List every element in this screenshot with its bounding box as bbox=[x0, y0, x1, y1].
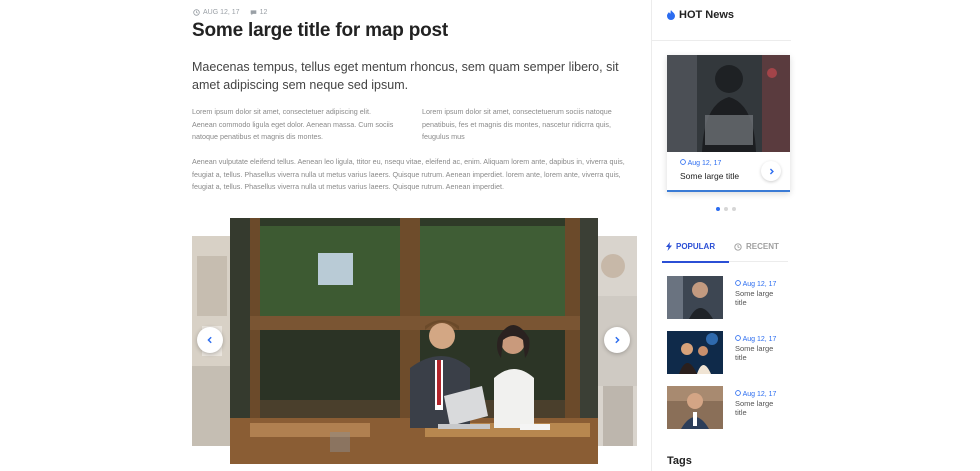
comment-icon bbox=[250, 10, 256, 16]
list-item[interactable]: Aug 12, 17 Some large title bbox=[667, 386, 787, 430]
tab-active-indicator bbox=[662, 261, 729, 263]
hot-news-date-text: Aug 12, 17 bbox=[687, 160, 722, 167]
pagination-dot[interactable] bbox=[724, 207, 728, 211]
hot-news-date: Aug 12, 17 bbox=[680, 159, 721, 167]
tab-popular-label: POPULAR bbox=[676, 242, 716, 251]
lightning-icon bbox=[666, 242, 672, 251]
hot-news-card[interactable]: Aug 12, 17 Some large title bbox=[667, 55, 790, 192]
article-meta: AUG 12, 17 12 bbox=[193, 9, 267, 16]
tab-popular[interactable]: POPULAR bbox=[666, 242, 715, 251]
hot-news-separator bbox=[651, 40, 791, 41]
date-meta: AUG 12, 17 bbox=[193, 9, 240, 16]
article-lead: Maecenas tempus, tellus eget mentum rhon… bbox=[192, 60, 619, 92]
tags-heading: Tags bbox=[667, 455, 692, 467]
post-date-text: Aug 12, 17 bbox=[742, 391, 777, 398]
pagination-dot[interactable] bbox=[716, 207, 720, 211]
post-date: Aug 12, 17 bbox=[735, 390, 776, 398]
clock-icon bbox=[734, 242, 742, 251]
carousel-main-image[interactable] bbox=[230, 218, 598, 464]
post-thumbnail[interactable] bbox=[667, 331, 723, 374]
chevron-right-icon bbox=[615, 336, 620, 344]
post-date: Aug 12, 17 bbox=[735, 335, 776, 343]
hot-news-image[interactable] bbox=[667, 55, 790, 152]
sidebar-divider bbox=[651, 0, 652, 471]
hot-news-pagination bbox=[716, 207, 736, 211]
hot-news-title: HOT News bbox=[679, 9, 735, 21]
post-date-text: Aug 12, 17 bbox=[742, 281, 777, 288]
post-thumbnail[interactable] bbox=[667, 386, 723, 429]
clock-icon bbox=[735, 390, 741, 396]
page-title: Some large title for map post bbox=[192, 20, 449, 41]
post-title[interactable]: Some large title bbox=[735, 289, 785, 307]
hot-news-open-button[interactable] bbox=[761, 161, 781, 181]
article-column-left: Lorem ipsum dolor sit amet, consectetuer… bbox=[192, 107, 394, 141]
clock-icon bbox=[735, 280, 741, 286]
pagination-dot[interactable] bbox=[732, 207, 736, 211]
carousel-prev-button[interactable] bbox=[197, 327, 223, 353]
carousel-next-button[interactable] bbox=[604, 327, 630, 353]
post-date-text: Aug 12, 17 bbox=[742, 336, 777, 343]
comments-meta[interactable]: 12 bbox=[250, 9, 268, 16]
tab-recent-label: RECENT bbox=[746, 242, 779, 251]
chevron-left-icon bbox=[207, 336, 212, 344]
posts-tabs: POPULAR RECENT bbox=[662, 240, 788, 263]
hot-news-heading: HOT News bbox=[667, 9, 734, 21]
post-date: Aug 12, 17 bbox=[735, 280, 776, 288]
clock-icon bbox=[735, 335, 741, 341]
post-title[interactable]: Some large title bbox=[735, 399, 785, 417]
flame-icon bbox=[667, 10, 675, 20]
clock-icon bbox=[680, 159, 686, 165]
list-item[interactable]: Aug 12, 17 Some large title bbox=[667, 276, 787, 320]
post-thumbnail[interactable] bbox=[667, 276, 723, 319]
article-date: AUG 12, 17 bbox=[203, 9, 240, 16]
hot-news-card-title[interactable]: Some large title bbox=[680, 171, 739, 181]
post-title[interactable]: Some large title bbox=[735, 344, 785, 362]
clock-icon bbox=[193, 9, 200, 16]
list-item[interactable]: Aug 12, 17 Some large title bbox=[667, 331, 787, 375]
tab-recent[interactable]: RECENT bbox=[734, 242, 779, 251]
chevron-right-icon bbox=[769, 168, 774, 174]
article-column-right: Lorem ipsum dolor sit amet, consectetuer… bbox=[422, 107, 612, 141]
article-paragraph: Aenean vulputate eleifend tellus. Aenean… bbox=[192, 157, 625, 191]
comment-count: 12 bbox=[259, 9, 268, 16]
